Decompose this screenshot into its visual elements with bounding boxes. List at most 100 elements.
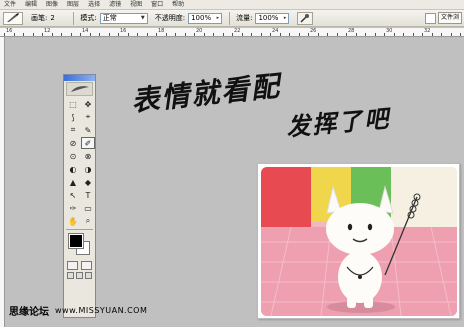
ruler-label: 16	[6, 28, 13, 34]
hand-tool-icon[interactable]: ✋	[66, 215, 80, 227]
flow-value: 100%	[258, 14, 279, 22]
marquee-tool-icon[interactable]: ⬚	[66, 98, 80, 110]
ruler-tick	[422, 33, 423, 36]
airbrush-toggle[interactable]	[297, 11, 314, 25]
ruler-tick	[403, 33, 404, 36]
menu-file[interactable]: 文件	[4, 0, 16, 10]
ruler-tick	[89, 33, 91, 36]
ruler-label: 22	[234, 28, 241, 34]
ruler-label: 30	[386, 28, 393, 34]
menu-filter[interactable]: 滤镜	[109, 0, 121, 10]
ruler-tick	[270, 33, 271, 36]
standard-mode-button[interactable]	[67, 261, 79, 270]
brush-tool-icon[interactable]: ✐	[81, 137, 95, 149]
type-tool-icon[interactable]: T	[81, 189, 95, 201]
color-swatches	[66, 232, 93, 258]
toolbox-panel: ⬚ ✥ ⟆ ⌖ ⌗ ✎ ⊘ ✐ ⊙ ⊗ ◐ ◑ ▲ ◆ ↖ T ✑ ▭ ✋ ⌕	[63, 74, 96, 318]
ruler-tick	[80, 33, 81, 36]
menu-view[interactable]: 视图	[130, 0, 142, 10]
crop-tool-icon[interactable]: ⌗	[66, 124, 80, 136]
mode-select[interactable]: 正常 ▼	[99, 12, 148, 24]
ruler-tick	[127, 33, 129, 36]
brush-icon	[7, 13, 19, 22]
mask-mode-row	[64, 260, 95, 271]
toolbox-titlebar[interactable]	[64, 75, 95, 81]
tool-grid: ⬚ ✥ ⟆ ⌖ ⌗ ✎ ⊘ ✐ ⊙ ⊗ ◐ ◑ ▲ ◆ ↖ T ✑ ▭ ✋ ⌕	[64, 97, 95, 228]
clone-stamp-tool-icon[interactable]: ⊙	[66, 150, 80, 162]
ruler-tick	[336, 33, 338, 36]
flow-field[interactable]: 100% ▸	[255, 12, 290, 24]
ruler-tick	[118, 33, 119, 36]
ruler-tick	[346, 33, 347, 36]
ruler-tick	[51, 33, 53, 36]
document-icon[interactable]	[424, 12, 436, 24]
ruler-tick	[460, 33, 461, 36]
menu-select[interactable]: 选择	[88, 0, 100, 10]
ruler-tick	[232, 33, 233, 36]
ruler-tick	[327, 33, 328, 36]
gradient-tool-icon[interactable]: ◑	[81, 163, 95, 175]
ruler-tick	[260, 33, 262, 36]
ruler-tick	[298, 33, 300, 36]
ruler-tick	[99, 33, 100, 36]
ruler-tick	[137, 33, 138, 36]
menu-edit[interactable]: 编辑	[25, 0, 37, 10]
ruler-tick	[156, 33, 157, 36]
menu-window[interactable]: 窗口	[151, 0, 163, 10]
ruler-tick	[374, 33, 376, 36]
dodge-tool-icon[interactable]: ◆	[81, 176, 95, 188]
ruler-tick	[441, 33, 442, 36]
menu-layer[interactable]: 图层	[67, 0, 79, 10]
ruler-tick	[450, 33, 452, 36]
separator	[66, 229, 93, 230]
file-browser-tab[interactable]: 文件浏	[437, 12, 462, 24]
ruler-tick	[355, 33, 357, 36]
full-screen-menu-button[interactable]	[76, 272, 83, 279]
ruler-tick	[393, 33, 395, 36]
ruler-tick	[384, 33, 385, 36]
ruler-tick	[241, 33, 243, 36]
ruler-tick	[317, 33, 319, 36]
path-selection-tool-icon[interactable]: ↖	[66, 189, 80, 201]
ruler-tick	[203, 33, 205, 36]
ruler-tick	[13, 33, 15, 36]
healing-brush-tool-icon[interactable]: ⊘	[66, 137, 80, 149]
ruler-tick	[61, 33, 62, 36]
brush-size[interactable]: 2	[50, 14, 64, 22]
ruler-tick	[412, 33, 414, 36]
ruler-tick	[184, 33, 186, 36]
zoom-tool-icon[interactable]: ⌕	[81, 215, 95, 227]
foreground-color-swatch[interactable]	[68, 233, 84, 249]
pen-tool-icon[interactable]: ✑	[66, 202, 80, 214]
chevron-right-icon: ▸	[283, 15, 287, 21]
menu-help[interactable]: 帮助	[172, 0, 184, 10]
standard-screen-button[interactable]	[67, 272, 74, 279]
ruler-tick	[146, 33, 148, 36]
horizontal-ruler: 16 12 14 16 18 20 22 24 26 28 30 32	[0, 28, 464, 37]
menu-image[interactable]: 图像	[46, 0, 58, 10]
magic-wand-tool-icon[interactable]: ⌖	[81, 111, 95, 123]
blur-tool-icon[interactable]: ▲	[66, 176, 80, 188]
eraser-tool-icon[interactable]: ◐	[66, 163, 80, 175]
slice-tool-icon[interactable]: ✎	[81, 124, 95, 136]
options-bar: 画笔: 2 模式: 正常 ▼ 不透明度: 100% ▸ 流量: 100% ▸ 文…	[0, 10, 464, 27]
menu-bar: 文件 编辑 图像 图层 选择 滤镜 视图 窗口 帮助	[0, 0, 464, 10]
ruler-tick	[70, 33, 72, 36]
ruler-label: 26	[310, 28, 317, 34]
full-screen-button[interactable]	[85, 272, 92, 279]
ruler-tick	[32, 33, 34, 36]
shape-tool-icon[interactable]: ▭	[81, 202, 95, 214]
ruler-tick	[23, 33, 24, 36]
tool-preset-picker[interactable]	[3, 11, 23, 25]
opacity-field[interactable]: 100% ▸	[188, 12, 223, 24]
handwritten-line-1: 表情就看配	[129, 69, 283, 118]
ruler-tick	[194, 33, 195, 36]
lasso-tool-icon[interactable]: ⟆	[66, 111, 80, 123]
quick-mask-button[interactable]	[80, 261, 92, 270]
chevron-right-icon: ▸	[216, 15, 220, 21]
feather-logo-icon[interactable]	[66, 82, 93, 96]
history-brush-tool-icon[interactable]: ⊗	[81, 150, 95, 162]
move-tool-icon[interactable]: ✥	[81, 98, 95, 110]
forum-watermark: 思缘论坛 www.MISSYUAN.COM	[9, 303, 147, 318]
flow-label: 流量:	[236, 14, 253, 22]
